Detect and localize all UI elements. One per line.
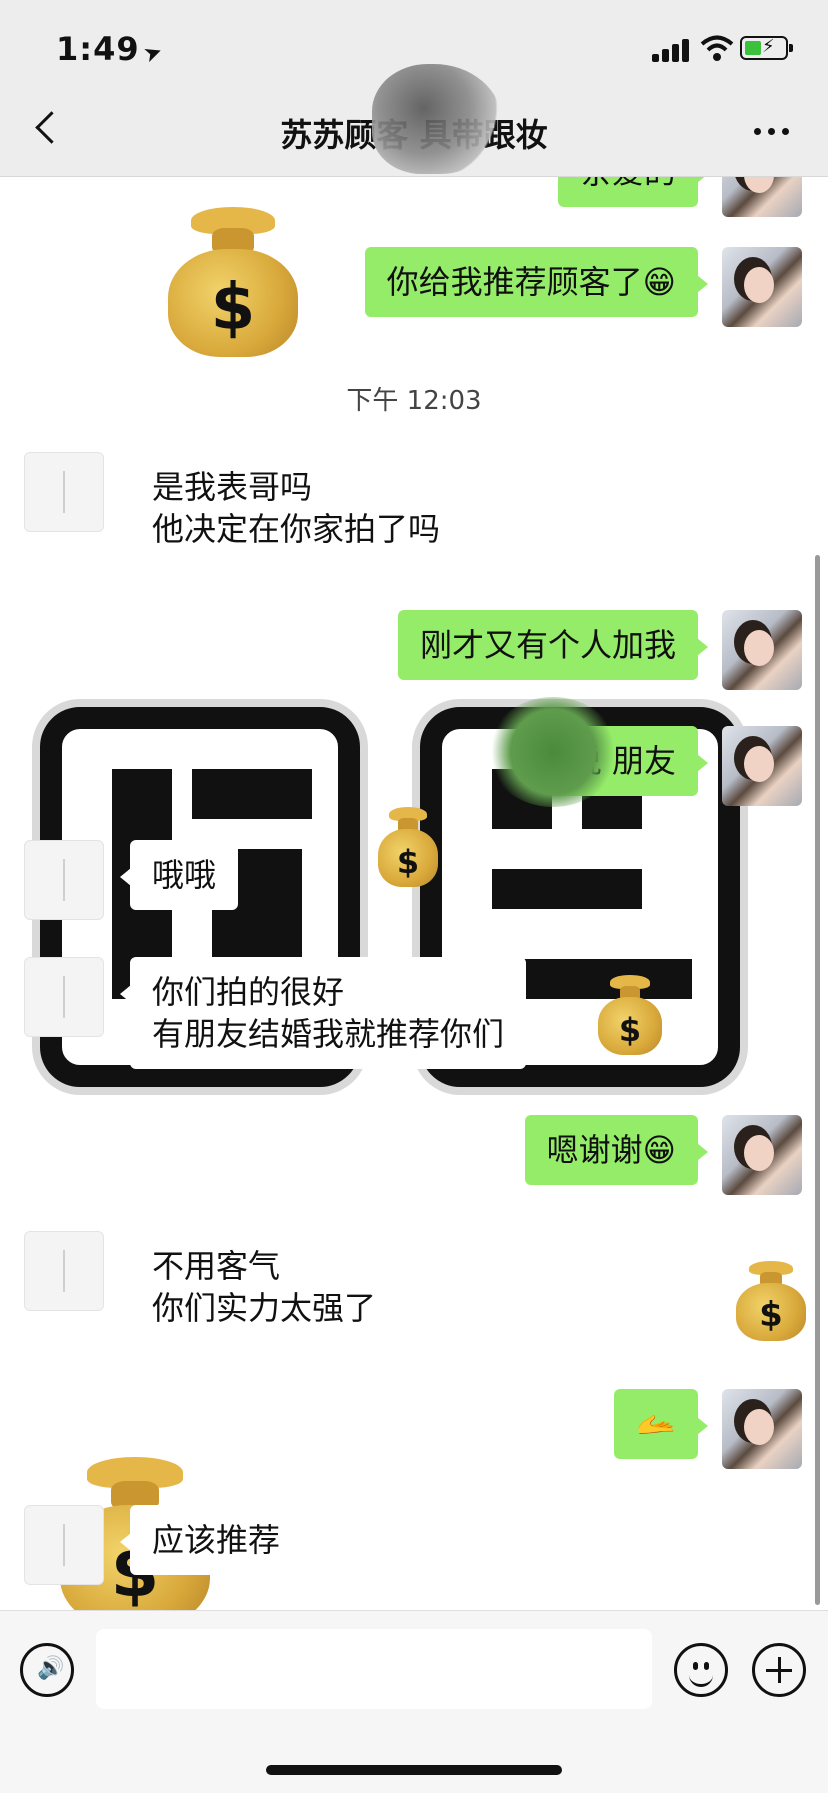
top-bar: 1:49➤ ⚡ 苏苏顾客 具带跟妆 [0,0,828,177]
more-actions-button[interactable] [752,1643,806,1697]
my-avatar[interactable] [722,247,802,327]
battery-charging-icon: ⚡ [740,36,793,60]
input-bar: 🔊 [0,1610,828,1793]
home-indicator [266,1765,562,1775]
chat-timestamp: 下午 12:03 [346,386,482,416]
message-bubble[interactable]: 亲爱的 [557,177,709,207]
location-arrow-icon: ➤ [139,38,167,69]
message-bubble[interactable]: 不用客气 你们实力太强了 [119,1231,399,1343]
voice-input-button[interactable]: 🔊 [20,1643,74,1697]
voice-icon: 🔊 [37,1656,65,1681]
emoji-button[interactable] [674,1643,728,1697]
contact-avatar[interactable] [24,840,104,920]
message-bubble[interactable]: 哦哦 [119,840,239,910]
more-options-button[interactable] [750,116,794,146]
contact-avatar[interactable] [24,1505,104,1585]
message-bubble[interactable]: 你给我推荐顾客了😁 [364,247,709,317]
message-bubble[interactable]: 🫴 [614,1389,708,1459]
moneybag-sticker: $ [168,207,298,357]
redaction-scribble [372,64,502,174]
my-avatar[interactable] [722,1115,802,1195]
moneybag-small: $ [598,975,662,1055]
moneybag-small: $ [736,1261,806,1341]
message-input[interactable] [96,1629,652,1709]
my-avatar[interactable] [722,610,802,690]
chat-scroll-area[interactable]: $ $ $ $ $ 亲爱的 你给我推荐顾客了😁 下午 12:03 是我表哥吗 他… [0,177,828,1610]
message-bubble[interactable]: 刚才又有个人加我 [397,610,709,680]
redaction-scribble [488,697,618,807]
status-time: 1:49➤ [56,30,167,69]
message-bubble[interactable]: 你们拍的很好 有朋友结婚我就推荐你们 [119,957,527,1069]
moneybag-small: $ [378,807,438,887]
scrollbar[interactable] [815,555,820,1605]
message-bubble[interactable]: 嗯谢谢😁 [524,1115,709,1185]
message-bubble[interactable]: 是我表哥吗 他决定在你家拍了吗 [119,452,463,564]
message-bubble[interactable]: 应该推荐 [119,1505,303,1575]
contact-avatar[interactable] [24,452,104,532]
contact-avatar[interactable] [24,1231,104,1311]
cellular-signal-icon [652,38,692,62]
wifi-icon [700,35,734,61]
my-avatar[interactable] [722,1389,802,1469]
my-avatar[interactable] [722,726,802,806]
my-avatar[interactable] [722,177,802,217]
contact-avatar[interactable] [24,957,104,1037]
time-text: 1:49 [56,30,140,68]
